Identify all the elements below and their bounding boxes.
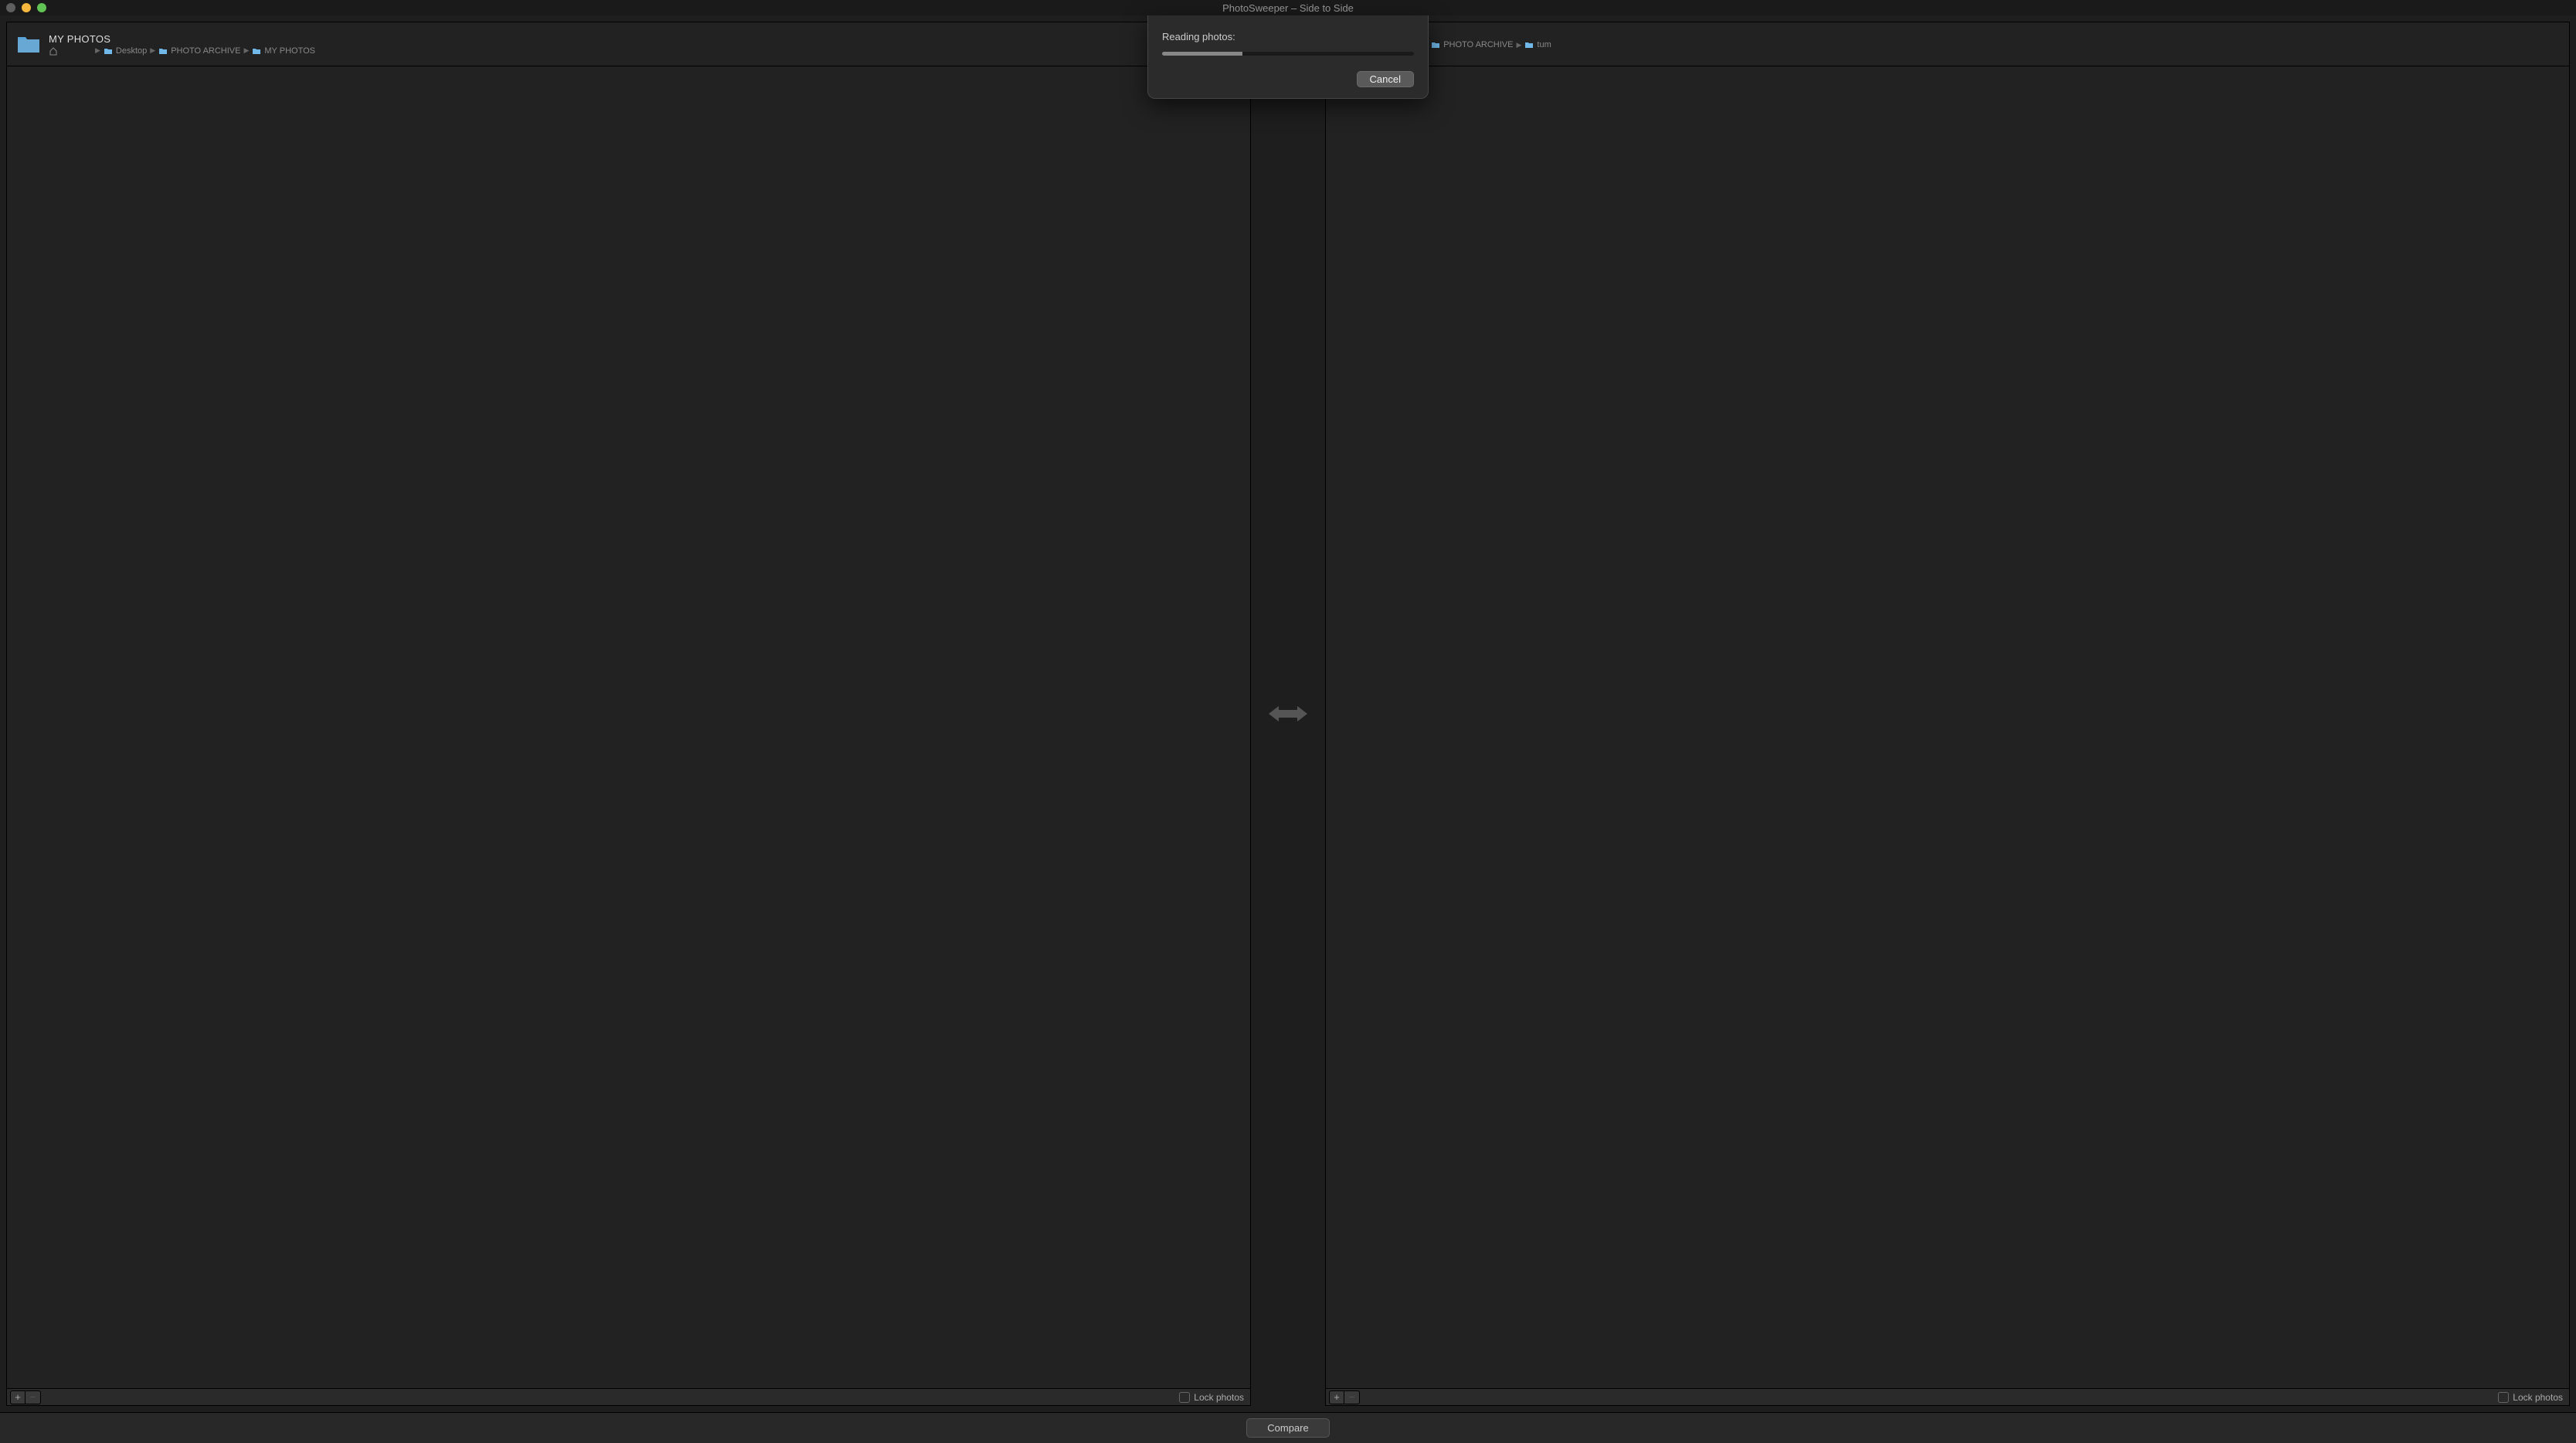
compare-button[interactable]: Compare: [1246, 1418, 1329, 1438]
left-add-remove-buttons: + −: [10, 1390, 41, 1404]
lock-photos-label: Lock photos: [1194, 1392, 1244, 1403]
breadcrumb-item[interactable]: Desktop: [116, 46, 147, 56]
left-pane-title: MY PHOTOS: [49, 33, 315, 45]
left-pane-header-text: MY PHOTOS ▶ Desktop ▶ PHOTO ARCHIVE: [49, 33, 315, 56]
window-title: PhotoSweeper – Side to Side: [1222, 2, 1354, 14]
close-button[interactable]: [6, 3, 15, 12]
fullscreen-button[interactable]: [37, 3, 46, 12]
left-breadcrumb: ▶ Desktop ▶ PHOTO ARCHIVE ▶ MY PHOTOS: [49, 46, 315, 56]
add-button[interactable]: +: [1329, 1390, 1344, 1404]
folder-small-icon: [1524, 41, 1534, 49]
chevron-right-icon: ▶: [95, 46, 100, 55]
folder-icon: [16, 34, 41, 54]
bottom-bar: Compare: [0, 1412, 2576, 1443]
right-pane: ▶ Desktop ▶ PHOTO ARCHIVE ▶ tum: [1325, 22, 2570, 1406]
breadcrumb-item[interactable]: MY PHOTOS: [264, 46, 315, 56]
lock-photos-label: Lock photos: [2513, 1392, 2563, 1403]
checkbox-icon: [2498, 1392, 2509, 1403]
folder-small-icon: [252, 47, 261, 55]
left-pane-footer: + − Lock photos: [7, 1388, 1250, 1405]
left-pane-body: [7, 66, 1250, 1388]
lock-photos-checkbox[interactable]: Lock photos: [2498, 1392, 2566, 1403]
breadcrumb-item[interactable]: PHOTO ARCHIVE: [1443, 40, 1513, 49]
remove-button[interactable]: −: [1344, 1390, 1360, 1404]
right-pane-body: [1326, 66, 2569, 1388]
folder-small-icon: [1431, 41, 1440, 49]
home-icon: [49, 46, 58, 56]
lock-photos-checkbox[interactable]: Lock photos: [1179, 1392, 1247, 1403]
right-add-remove-buttons: + −: [1329, 1390, 1360, 1404]
left-pane-header: MY PHOTOS ▶ Desktop ▶ PHOTO ARCHIVE: [7, 22, 1250, 66]
folder-small-icon: [158, 47, 168, 55]
progress-fill: [1162, 52, 1242, 56]
chevron-right-icon: ▶: [1516, 41, 1521, 49]
cancel-button[interactable]: Cancel: [1357, 71, 1414, 87]
modal-title: Reading photos:: [1162, 31, 1414, 42]
breadcrumb-item[interactable]: PHOTO ARCHIVE: [171, 46, 240, 56]
main-area: MY PHOTOS ▶ Desktop ▶ PHOTO ARCHIVE: [0, 15, 2576, 1412]
checkbox-icon: [1179, 1392, 1190, 1403]
right-pane-header: ▶ Desktop ▶ PHOTO ARCHIVE ▶ tum: [1326, 22, 2569, 66]
minimize-button[interactable]: [22, 3, 31, 12]
chevron-right-icon: ▶: [150, 46, 155, 55]
left-pane: MY PHOTOS ▶ Desktop ▶ PHOTO ARCHIVE: [6, 22, 1251, 1406]
reading-photos-modal: Reading photos: Cancel: [1147, 15, 1429, 99]
remove-button[interactable]: −: [25, 1390, 41, 1404]
center-divider: [1251, 22, 1325, 1406]
chevron-right-icon: ▶: [243, 46, 249, 55]
modal-actions: Cancel: [1162, 71, 1414, 87]
right-pane-footer: + − Lock photos: [1326, 1388, 2569, 1405]
traffic-lights: [0, 3, 46, 12]
breadcrumb-item[interactable]: tum: [1537, 40, 1551, 49]
add-button[interactable]: +: [10, 1390, 25, 1404]
folder-small-icon: [104, 47, 113, 55]
swap-arrows-icon[interactable]: [1265, 702, 1311, 725]
progress-bar: [1162, 52, 1414, 56]
titlebar: PhotoSweeper – Side to Side: [0, 0, 2576, 15]
